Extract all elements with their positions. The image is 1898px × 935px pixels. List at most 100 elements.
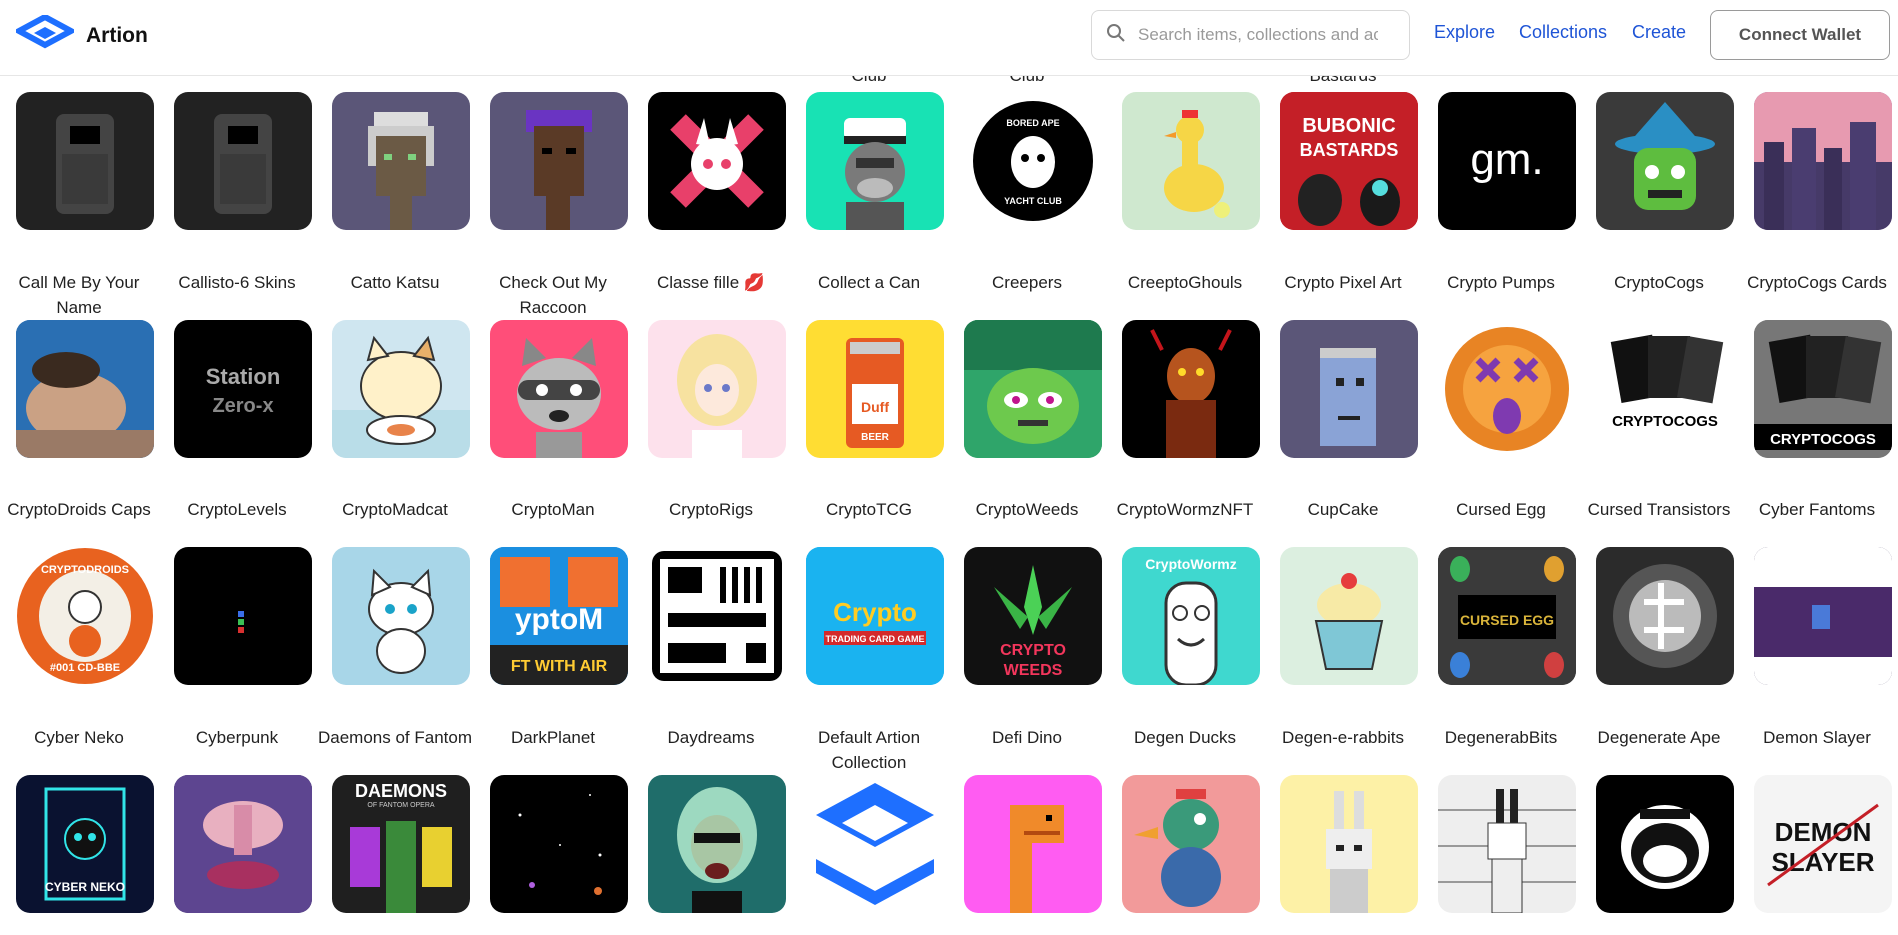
- collection-name[interactable]: Default Artion Collection: [790, 725, 948, 775]
- collection-thumbnail[interactable]: [490, 320, 628, 458]
- collection-name[interactable]: CryptoDroids Caps: [0, 497, 158, 522]
- collection-name[interactable]: Crypto Pixel Art: [1264, 270, 1422, 295]
- brand-name: Artion: [86, 24, 148, 47]
- collection-thumbnail[interactable]: BUBONIC BASTARDS: [1280, 92, 1418, 230]
- collection-thumbnail[interactable]: [174, 775, 312, 913]
- collection-thumbnail[interactable]: [1122, 320, 1260, 458]
- collection-name[interactable]: Classe fille 💋: [632, 270, 790, 295]
- collection-name[interactable]: Demon Slayer: [1738, 725, 1896, 750]
- svg-text:Zero-x: Zero-x: [212, 395, 273, 417]
- collection-name[interactable]: Cyber Neko: [0, 725, 158, 750]
- collection-thumbnail[interactable]: [806, 775, 944, 913]
- collection-thumbnail[interactable]: [1754, 92, 1892, 230]
- collection-name[interactable]: Check Out My Raccoon: [474, 270, 632, 320]
- collection-thumbnail[interactable]: CYBER NEKO: [16, 775, 154, 913]
- collection-name[interactable]: Degen-e-rabbits: [1264, 725, 1422, 750]
- brand[interactable]: Artion: [12, 13, 148, 56]
- collection-name[interactable]: CryptoWormzNFT: [1106, 497, 1264, 522]
- collection-name[interactable]: Catto Katsu: [316, 270, 474, 295]
- search-input[interactable]: [1138, 25, 1378, 45]
- collection-thumbnail[interactable]: gm.: [1438, 92, 1576, 230]
- collection-thumbnail[interactable]: [332, 547, 470, 685]
- svg-text:CRYPTOCOGS: CRYPTOCOGS: [1770, 431, 1876, 448]
- collection-name[interactable]: Degenerate Ape: [1580, 725, 1738, 750]
- svg-text:YACHT CLUB: YACHT CLUB: [1004, 196, 1062, 206]
- collection-thumbnail[interactable]: [1280, 547, 1418, 685]
- collection-thumbnail[interactable]: [1754, 547, 1892, 685]
- collection-thumbnail[interactable]: [1122, 92, 1260, 230]
- collection-name[interactable]: Degen Ducks: [1106, 725, 1264, 750]
- collection-thumbnail[interactable]: [648, 775, 786, 913]
- collection-name[interactable]: CryptoTCG: [790, 497, 948, 522]
- svg-text:CURSED EGG: CURSED EGG: [1460, 612, 1554, 628]
- collection-name[interactable]: Defi Dino: [948, 725, 1106, 750]
- collection-thumbnail[interactable]: DEMON SLAYER: [1754, 775, 1892, 913]
- collection-name[interactable]: CreeptoGhouls: [1106, 270, 1264, 295]
- collection-thumbnail[interactable]: [964, 320, 1102, 458]
- collection-thumbnail[interactable]: [1596, 547, 1734, 685]
- collection-name[interactable]: DarkPlanet: [474, 725, 632, 750]
- collection-thumbnail[interactable]: [16, 320, 154, 458]
- collection-name[interactable]: CryptoLevels: [158, 497, 316, 522]
- collection-name[interactable]: CryptoCogs Cards: [1738, 270, 1896, 295]
- collection-thumbnail[interactable]: [1122, 775, 1260, 913]
- collection-thumbnail[interactable]: BORED APE YACHT CLUB: [964, 92, 1102, 230]
- collection-name[interactable]: Cursed Transistors: [1580, 497, 1738, 522]
- collection-thumbnail[interactable]: CURSED EGG: [1438, 547, 1576, 685]
- collection-thumbnail[interactable]: [332, 92, 470, 230]
- collection-thumbnail[interactable]: CRYPTO WEEDS: [964, 547, 1102, 685]
- collection-name[interactable]: CryptoWeeds: [948, 497, 1106, 522]
- collection-name[interactable]: Cyberpunk: [158, 725, 316, 750]
- collection-thumbnail[interactable]: [174, 547, 312, 685]
- collection-name[interactable]: Call Me By Your Name: [0, 270, 158, 320]
- svg-text:Duff: Duff: [861, 399, 889, 415]
- collection-thumbnail[interactable]: yptoM FT WITH AIR: [490, 547, 628, 685]
- collection-name[interactable]: Collect a Can: [790, 270, 948, 295]
- collection-name[interactable]: Daemons of Fantom: [316, 725, 474, 750]
- collection-thumbnail[interactable]: CRYPTODROIDS #001 CD-BBE: [16, 547, 154, 685]
- collection-name[interactable]: CupCake: [1264, 497, 1422, 522]
- search-box[interactable]: [1091, 10, 1410, 60]
- collection-name[interactable]: Daydreams: [632, 725, 790, 750]
- collection-thumbnail[interactable]: [1438, 775, 1576, 913]
- collection-thumbnail[interactable]: [648, 92, 786, 230]
- collection-thumbnail[interactable]: [648, 547, 786, 685]
- collection-thumbnail[interactable]: Station Zero-x: [174, 320, 312, 458]
- nav-create[interactable]: Create: [1632, 22, 1686, 43]
- collections-grid: Club Club BORED APE YACHT CLUB Bastards BUBON…: [0, 0, 1898, 935]
- collection-thumbnail[interactable]: [1280, 775, 1418, 913]
- collection-thumbnail[interactable]: [1438, 320, 1576, 458]
- collection-name[interactable]: DegenerabBits: [1422, 725, 1580, 750]
- collection-thumbnail[interactable]: CryptoWormz: [1122, 547, 1260, 685]
- svg-text:BORED APE: BORED APE: [1006, 118, 1059, 128]
- collection-name[interactable]: CryptoMan: [474, 497, 632, 522]
- collection-name[interactable]: Callisto-6 Skins: [158, 270, 316, 295]
- collection-name[interactable]: Crypto Pumps: [1422, 270, 1580, 295]
- collection-name[interactable]: CryptoCogs: [1580, 270, 1738, 295]
- collection-name[interactable]: CryptoRigs: [632, 497, 790, 522]
- collection-thumbnail[interactable]: [490, 775, 628, 913]
- collection-name[interactable]: Cyber Fantoms: [1738, 497, 1896, 522]
- search-icon: [1106, 23, 1126, 48]
- collection-thumbnail[interactable]: [490, 92, 628, 230]
- collection-thumbnail[interactable]: [1280, 320, 1418, 458]
- collection-thumbnail[interactable]: [1596, 775, 1734, 913]
- nav-collections[interactable]: Collections: [1519, 22, 1607, 43]
- collection-thumbnail[interactable]: Duff BEER: [806, 320, 944, 458]
- collection-thumbnail[interactable]: [16, 92, 154, 230]
- nav-explore[interactable]: Explore: [1434, 22, 1495, 43]
- collection-name[interactable]: Cursed Egg: [1422, 497, 1580, 522]
- collection-thumbnail[interactable]: [332, 320, 470, 458]
- collection-name[interactable]: Creepers: [948, 270, 1106, 295]
- collection-thumbnail[interactable]: CRYPTOCOGS: [1754, 320, 1892, 458]
- collection-thumbnail[interactable]: DAEMONS OF FANTOM OPERA: [332, 775, 470, 913]
- collection-thumbnail[interactable]: [1596, 92, 1734, 230]
- connect-wallet-button[interactable]: Connect Wallet: [1710, 10, 1890, 60]
- collection-thumbnail[interactable]: CRYPTOCOGS: [1596, 320, 1734, 458]
- collection-thumbnail[interactable]: [964, 775, 1102, 913]
- collection-thumbnail[interactable]: [174, 92, 312, 230]
- collection-thumbnail[interactable]: [648, 320, 786, 458]
- collection-thumbnail[interactable]: Crypto TRADING CARD GAME: [806, 547, 944, 685]
- collection-thumbnail[interactable]: [806, 92, 944, 230]
- collection-name[interactable]: CryptoMadcat: [316, 497, 474, 522]
